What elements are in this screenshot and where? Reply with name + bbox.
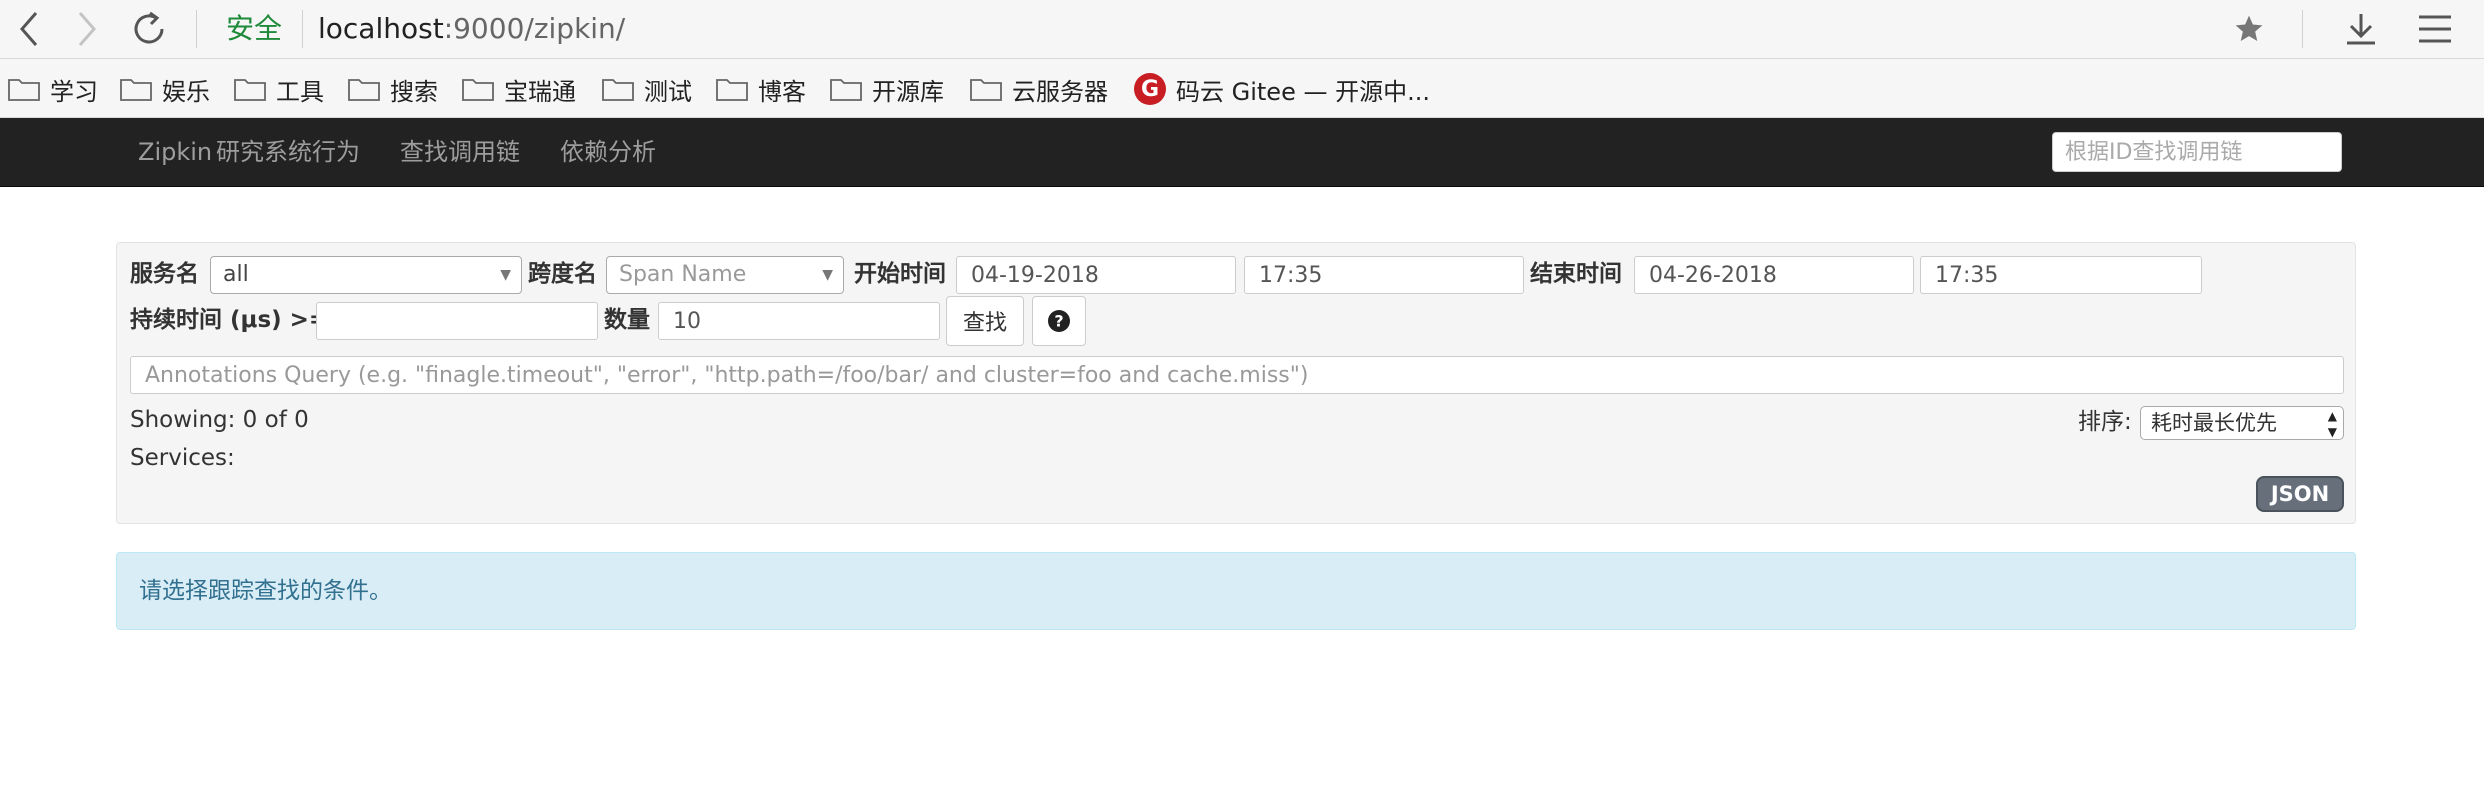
updown-arrows-icon: ▲ ▼ (2327, 409, 2337, 439)
app-navbar: Zipkin 研究系统行为 查找调用链 依赖分析 (0, 118, 2484, 187)
forward-button[interactable] (62, 4, 112, 54)
bookmark-label: 娱乐 (162, 77, 210, 106)
services-label: Services: (130, 445, 235, 471)
service-name-value: all (223, 262, 249, 287)
nav-link-find-traces[interactable]: 查找调用链 (400, 136, 520, 168)
reload-button[interactable] (124, 4, 174, 54)
star-icon (2235, 15, 2263, 41)
bookmark-label: 学习 (50, 77, 98, 106)
bookmark-folder[interactable]: 娱乐 (120, 69, 210, 109)
bookmark-label: 码云 Gitee — 开源中... (1176, 77, 1430, 106)
folder-icon (716, 79, 748, 101)
start-time-input[interactable] (1244, 256, 1524, 294)
toolbar-separator (302, 10, 303, 48)
annotations-query-input[interactable] (130, 356, 2344, 394)
bookmark-folder[interactable]: 开源库 (830, 69, 944, 109)
folder-icon (348, 79, 380, 101)
nav-link-dependencies[interactable]: 依赖分析 (560, 136, 656, 168)
bookmark-label: 云服务器 (1012, 77, 1108, 106)
bookmark-label: 搜索 (390, 77, 438, 106)
svg-text:?: ? (1054, 312, 1063, 331)
bookmarks-bar: 学习 娱乐 工具 搜索 宝瑞通 测试 博客 开源库 云服务器 G 码云 Gite… (0, 59, 2484, 118)
end-date-input[interactable] (1634, 256, 1914, 294)
trace-id-input[interactable] (2052, 132, 2342, 172)
info-alert: 请选择跟踪查找的条件。 (116, 552, 2356, 630)
folder-icon (8, 79, 40, 101)
bookmark-folder[interactable]: 博客 (716, 69, 806, 109)
service-name-select[interactable]: all ▼ (210, 256, 522, 294)
folder-icon (830, 79, 862, 101)
bookmark-folder[interactable]: 测试 (602, 69, 692, 109)
bookmark-label: 测试 (644, 77, 692, 106)
toolbar-separator (2302, 10, 2303, 48)
back-button[interactable] (4, 4, 54, 54)
browser-toolbar: 安全 localhost:9000/zipkin/ (0, 0, 2484, 59)
bookmark-folder[interactable]: 宝瑞通 (462, 69, 576, 109)
download-button[interactable] (2336, 4, 2386, 54)
folder-icon (462, 79, 494, 101)
find-button[interactable]: 查找 (946, 296, 1024, 346)
showing-count: Showing: 0 of 0 (130, 407, 309, 433)
bookmark-label: 开源库 (872, 77, 944, 106)
limit-label: 数量 (604, 307, 650, 333)
navbar-brand[interactable]: Zipkin (138, 136, 212, 168)
span-name-label: 跨度名 (528, 261, 597, 287)
bookmark-folder[interactable]: 工具 (234, 69, 324, 109)
browser-menu-button[interactable] (2410, 4, 2460, 54)
start-time-label: 开始时间 (854, 261, 946, 287)
secure-label: 安全 (226, 12, 283, 45)
address-bar[interactable]: localhost:9000/zipkin/ (318, 12, 625, 46)
url-path: :9000/zipkin/ (443, 12, 626, 45)
url-host: localhost (318, 12, 444, 45)
bookmark-star-button[interactable] (2224, 4, 2274, 54)
bookmark-folder[interactable]: 云服务器 (970, 69, 1108, 109)
sort-order-value: 耗时最长优先 (2151, 411, 2277, 435)
folder-icon (602, 79, 634, 101)
gitee-logo-icon: G (1134, 73, 1166, 105)
folder-icon (120, 79, 152, 101)
menu-icon (2419, 15, 2451, 43)
bookmark-folder[interactable]: 搜索 (348, 69, 438, 109)
duration-label: 持续时间 (μs) >= (130, 307, 329, 333)
nav-link-research[interactable]: 研究系统行为 (216, 136, 360, 168)
question-circle-icon: ? (1048, 310, 1070, 332)
help-button[interactable]: ? (1032, 296, 1086, 346)
span-name-placeholder: Span Name (619, 262, 747, 287)
start-date-input[interactable] (956, 256, 1236, 294)
sort-label: 排序: (2078, 409, 2132, 435)
folder-icon (970, 79, 1002, 101)
bookmark-label: 宝瑞通 (504, 77, 576, 106)
service-name-label: 服务名 (130, 261, 199, 287)
caret-down-icon: ▼ (500, 267, 511, 283)
toolbar-separator (196, 10, 197, 48)
download-icon (2347, 14, 2375, 45)
bookmark-label: 工具 (276, 77, 324, 106)
duration-input[interactable] (316, 302, 598, 340)
bookmark-gitee[interactable]: G 码云 Gitee — 开源中... (1134, 69, 1430, 109)
folder-icon (234, 79, 266, 101)
end-time-label: 结束时间 (1530, 261, 1622, 287)
caret-down-icon: ▼ (822, 267, 833, 283)
sort-order-select[interactable]: 耗时最长优先 ▲ ▼ (2140, 406, 2344, 440)
json-button[interactable]: JSON (2256, 476, 2344, 512)
end-time-input[interactable] (1920, 256, 2202, 294)
limit-input[interactable] (658, 302, 940, 340)
bookmark-label: 博客 (758, 77, 806, 106)
forward-icon (78, 12, 96, 46)
back-icon (20, 12, 38, 46)
reload-icon (134, 11, 164, 44)
span-name-select[interactable]: Span Name ▼ (606, 256, 844, 294)
bookmark-folder[interactable]: 学习 (8, 69, 98, 109)
